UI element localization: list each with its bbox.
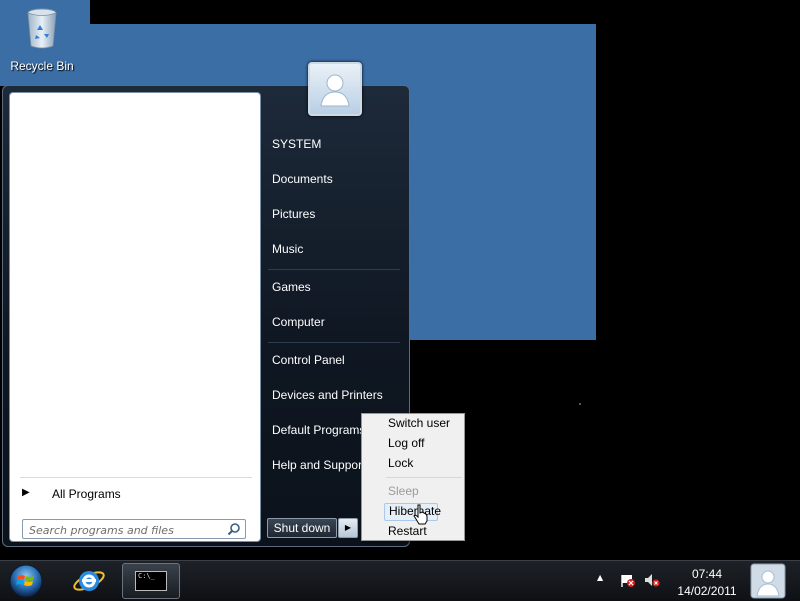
desktop-dot [579,403,581,405]
start-item-user-folder[interactable]: SYSTEM [272,137,321,157]
user-icon[interactable] [750,563,786,599]
all-programs-button[interactable]: ▶ All Programs [20,485,252,507]
right-pane-separator [268,269,400,270]
start-menu-programs-pane: ▶ All Programs [9,92,261,542]
start-item-games[interactable]: Games [272,280,311,300]
internet-explorer-icon[interactable] [72,565,106,597]
start-item-documents[interactable]: Documents [272,172,333,192]
start-item-default-programs[interactable]: Default Programs [272,423,365,443]
menu-item-switch-user[interactable]: Switch user [388,416,450,434]
user-picture[interactable] [308,62,362,116]
volume-muted-icon[interactable] [644,572,660,588]
start-item-pictures[interactable]: Pictures [272,207,315,227]
menu-item-hibernate[interactable]: Hibernate [384,503,441,521]
search-box[interactable] [22,519,246,539]
recycle-bin[interactable]: Recycle Bin [2,4,82,76]
menu-item-sleep: Sleep [388,484,419,498]
mouse-cursor-icon [413,504,428,525]
divider [20,477,252,478]
taskbar: C:\_ ▲ 07:44 14/02/2011 [0,560,800,601]
start-item-help-support[interactable]: Help and Support [272,458,365,478]
search-input[interactable] [27,521,221,539]
start-item-music[interactable]: Music [272,242,303,262]
menu-item-restart[interactable]: Restart [388,524,427,542]
right-pane-separator [268,342,400,343]
all-programs-label: All Programs [52,487,121,501]
start-item-control-panel[interactable]: Control Panel [272,353,345,373]
clock-date[interactable]: 14/02/2011 [676,584,738,598]
action-center-flag-icon[interactable] [620,572,636,588]
triangle-right-icon: ▶ [22,487,30,498]
shutdown-options-button[interactable]: ▶ [338,518,358,538]
menu-item-lock[interactable]: Lock [388,456,413,474]
windows-orb-icon[interactable] [8,563,44,599]
shutdown-button[interactable]: Shut down [267,518,337,538]
clock-time[interactable]: 07:44 [676,567,738,581]
menu-separator [386,477,462,478]
show-hidden-icons-icon[interactable]: ▲ [597,573,609,585]
user-icon [320,74,350,107]
start-item-devices-printers[interactable]: Devices and Printers [272,388,383,408]
triangle-right-icon: ▶ [344,523,352,532]
search-icon [227,523,240,536]
menu-item-log-off[interactable]: Log off [388,436,424,454]
recycle-bin-icon [27,8,57,49]
command-prompt-taskbar-button[interactable]: C:\_ [122,563,180,599]
start-item-computer[interactable]: Computer [272,315,325,335]
recycle-bin-label: Recycle Bin [10,59,74,73]
command-prompt-icon: C:\_ [135,571,167,591]
